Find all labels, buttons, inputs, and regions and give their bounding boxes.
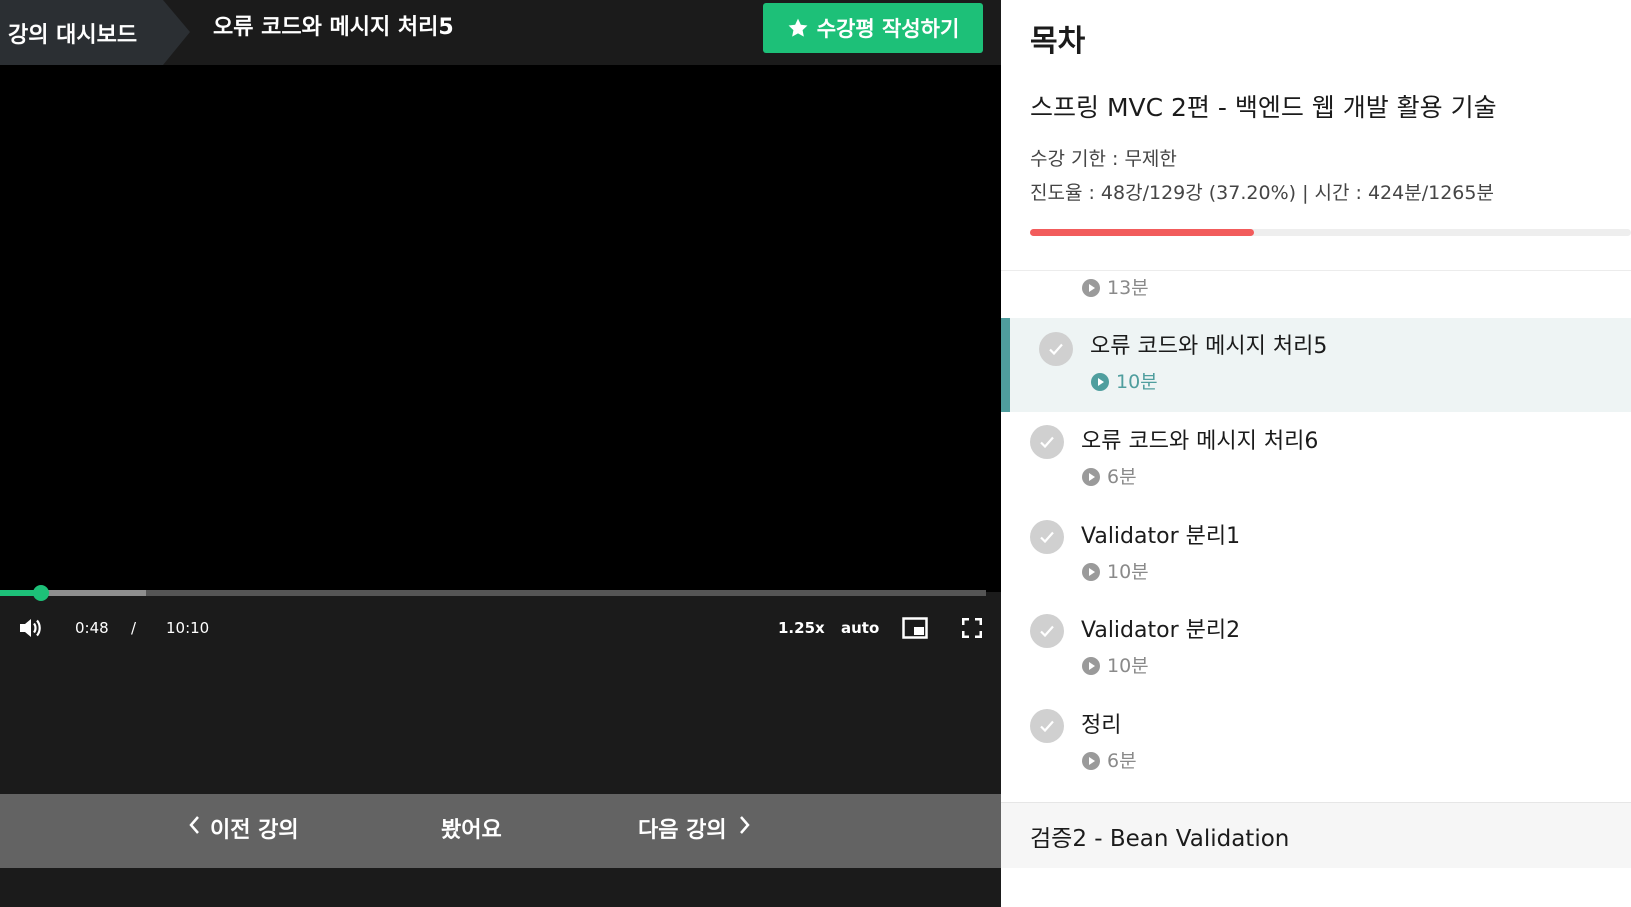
list-item[interactable]: 정리 6분 <box>1001 697 1631 791</box>
check-circle-icon <box>1030 614 1064 648</box>
section-header-next[interactable]: 검증2 - Bean Validation <box>1001 802 1631 868</box>
course-progress-fill <box>1030 229 1254 236</box>
lesson-duration-text: 13분 <box>1107 277 1149 299</box>
player-area: 강의 대시보드 오류 코드와 메시지 처리5 수강평 작성하기 0:48 / 1… <box>0 0 1001 907</box>
list-item[interactable]: 13분 <box>1001 271 1631 318</box>
play-circle-icon <box>1082 657 1100 675</box>
course-progress-text: 진도율 : 48강/129강 (37.20%) | 시간 : 424분/1265… <box>1030 182 1494 204</box>
playback-speed-button[interactable]: 1.25x <box>778 605 825 651</box>
current-lesson-title: 오류 코드와 메시지 처리5 <box>213 15 454 40</box>
total-duration: 10:10 <box>166 619 210 637</box>
video-screen[interactable]: 0:48 / 10:10 1.25x auto <box>0 65 1001 639</box>
review-button-label: 수강평 작성하기 <box>816 17 960 41</box>
watched-label: 봤어요 <box>441 818 502 843</box>
lesson-item-active[interactable]: 오류 코드와 메시지 처리5 10분 <box>1001 318 1631 412</box>
lesson-title: 오류 코드와 메시지 처리6 <box>1081 429 1319 454</box>
write-review-button[interactable]: 수강평 작성하기 <box>763 3 983 53</box>
lesson-duration: 6분 <box>1081 750 1137 772</box>
dashboard-label: 강의 대시보드 <box>8 22 138 48</box>
lesson-duration: 10분 <box>1081 655 1149 677</box>
dashboard-button[interactable]: 강의 대시보드 <box>0 0 190 65</box>
previous-lesson-label: 이전 강의 <box>210 818 299 843</box>
next-lesson-button[interactable]: 다음 강의 <box>638 794 751 868</box>
lesson-duration-text: 10분 <box>1107 561 1149 583</box>
lesson-duration: 13분 <box>1081 277 1149 299</box>
chevron-right-icon <box>739 792 751 866</box>
player-header: 강의 대시보드 오류 코드와 메시지 처리5 수강평 작성하기 <box>0 0 1001 65</box>
lesson-title: Validator 분리2 <box>1081 618 1241 643</box>
seek-handle[interactable] <box>33 585 50 601</box>
next-lesson-label: 다음 강의 <box>638 818 727 843</box>
volume-icon[interactable] <box>18 616 44 640</box>
course-progress-bar <box>1030 229 1631 236</box>
lesson-duration-text: 10분 <box>1116 371 1158 393</box>
lesson-navigation: 이전 강의 봤어요 다음 강의 <box>0 794 1001 868</box>
fullscreen-icon[interactable] <box>962 618 982 638</box>
access-period: 수강 기한 : 무제한 <box>1030 148 1177 170</box>
lesson-title: 오류 코드와 메시지 처리5 <box>1090 334 1328 359</box>
star-icon <box>787 17 809 39</box>
app: 강의 대시보드 오류 코드와 메시지 처리5 수강평 작성하기 0:48 / 1… <box>0 0 1631 907</box>
check-circle-icon <box>1039 332 1073 366</box>
check-circle-icon <box>1030 425 1064 459</box>
lesson-duration-text: 6분 <box>1107 750 1137 772</box>
course-title: 스프링 MVC 2편 - 백엔드 웹 개발 활용 기술 <box>1030 93 1497 122</box>
lesson-title: Validator 분리1 <box>1081 524 1241 549</box>
lesson-duration-text: 10분 <box>1107 655 1149 677</box>
section-title: 검증2 - Bean Validation <box>1030 826 1290 852</box>
play-circle-icon <box>1082 563 1100 581</box>
previous-lesson-button[interactable]: 이전 강의 <box>188 794 299 868</box>
play-circle-icon <box>1082 752 1100 770</box>
lesson-duration: 10분 <box>1090 371 1158 393</box>
check-circle-icon <box>1030 520 1064 554</box>
list-item[interactable]: 오류 코드와 메시지 처리6 6분 <box>1001 413 1631 507</box>
lesson-list: 13분 오류 코드와 메시지 처리5 10분 오류 코드와 메시지 처리6 6분 <box>1001 271 1631 802</box>
lesson-title: 정리 <box>1081 713 1122 738</box>
play-circle-icon <box>1082 468 1100 486</box>
lesson-duration-text: 6분 <box>1107 466 1137 488</box>
seek-bar[interactable] <box>0 585 986 601</box>
check-circle-icon <box>1030 709 1064 743</box>
quality-button[interactable]: auto <box>841 605 879 651</box>
list-item[interactable]: Validator 분리2 10분 <box>1001 602 1631 696</box>
lesson-duration: 6분 <box>1081 466 1137 488</box>
play-circle-icon <box>1082 279 1100 297</box>
toc-title: 목차 <box>1030 24 1086 59</box>
picture-in-picture-icon[interactable] <box>902 617 928 639</box>
list-item[interactable]: Validator 분리1 10분 <box>1001 508 1631 602</box>
play-circle-icon <box>1091 373 1109 391</box>
curriculum-panel: 목차 스프링 MVC 2편 - 백엔드 웹 개발 활용 기술 수강 기한 : 무… <box>1001 0 1631 907</box>
player-controls: 0:48 / 10:10 1.25x auto <box>0 605 1001 653</box>
lesson-duration: 10분 <box>1081 561 1149 583</box>
current-time: 0:48 <box>75 619 109 637</box>
chevron-left-icon <box>188 792 200 866</box>
mark-watched-button[interactable]: 봤어요 <box>441 794 502 868</box>
time-separator: / <box>131 619 137 637</box>
